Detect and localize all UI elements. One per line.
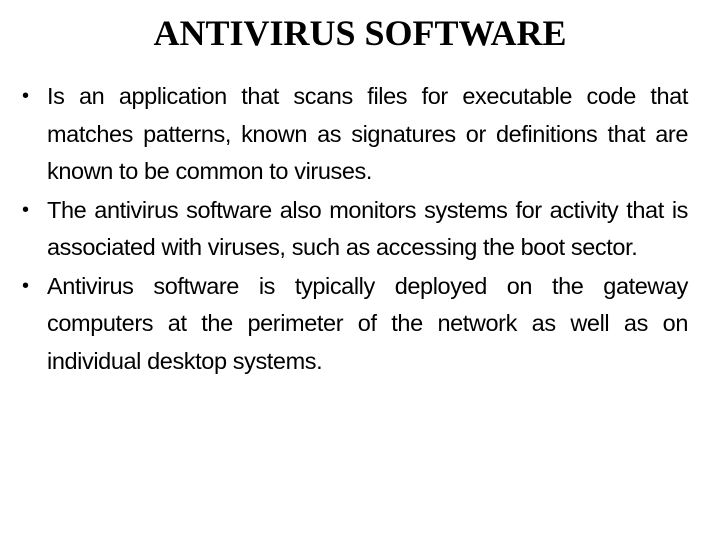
slide-title: ANTIVIRUS SOFTWARE (153, 13, 567, 53)
bullet-item: • The antivirus software also monitors s… (22, 192, 688, 267)
bullet-icon: • (22, 198, 29, 221)
bullet-text: Is an application that scans files for e… (47, 83, 688, 184)
bullet-item: • Is an application that scans files for… (22, 78, 688, 191)
bullet-text: The antivirus software also monitors sys… (47, 196, 688, 261)
bullet-list: • Is an application that scans files for… (22, 78, 688, 381)
bullet-icon: • (22, 85, 29, 107)
bullet-item: • Antivirus software is typically deploy… (22, 268, 688, 381)
bullet-icon: • (22, 274, 29, 297)
bullet-text: Antivirus software is typically deployed… (47, 272, 688, 374)
